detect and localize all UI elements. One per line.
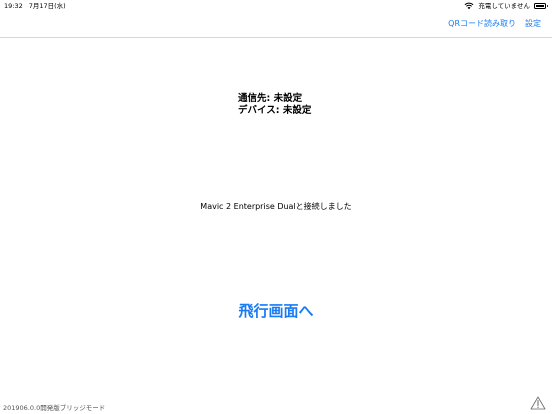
status-left: 19:32 7月17日(水) [4, 0, 66, 12]
status-right: 充電していません [464, 0, 548, 12]
qr-code-read-button[interactable]: QRコード読み取り [448, 18, 516, 29]
status-date: 7月17日(水) [28, 2, 66, 10]
battery-fill [536, 5, 544, 7]
destination-status: 通信先: 未設定 [238, 93, 303, 104]
app-screen: 19:32 7月17日(水) 充電していません QRコード読み取り 設定 通信先… [0, 0, 552, 414]
connection-info: 通信先: 未設定 デバイス: 未設定 [238, 93, 311, 117]
connected-message: Mavic 2 Enterprise Dualと接続しました [200, 202, 352, 211]
wifi-icon [464, 2, 474, 10]
status-bar: 19:32 7月17日(水) 充電していません [0, 0, 552, 12]
go-to-flight-screen-button[interactable]: 飛行画面へ [0, 300, 552, 321]
status-time: 19:32 [4, 2, 23, 10]
navigation-bar: QRコード読み取り 設定 [0, 12, 552, 38]
nav-actions: QRコード読み取り 設定 [448, 18, 541, 29]
battery-icon [534, 3, 548, 9]
version-label: 201906.0.0開発版ブリッジモード [3, 404, 106, 412]
warning-icon[interactable] [530, 396, 546, 410]
settings-button[interactable]: 設定 [525, 18, 541, 29]
device-status: デバイス: 未設定 [238, 105, 312, 116]
charging-status-text: 充電していません [478, 2, 530, 10]
